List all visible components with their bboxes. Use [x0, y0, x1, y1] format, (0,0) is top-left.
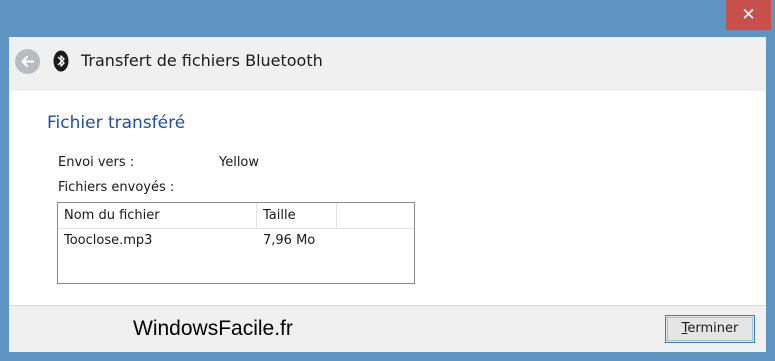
table-row-size: 7,96 Mo	[263, 233, 316, 248]
back-arrow-icon	[21, 55, 35, 68]
dialog-window: ✕ Transfert de fichiers Bluetooth Fichie…	[0, 0, 775, 361]
watermark-text: WindowsFacile.fr	[133, 317, 293, 340]
send-to-label: Envoi vers :	[58, 155, 135, 170]
column-header-empty[interactable]	[337, 203, 414, 229]
close-button[interactable]: ✕	[726, 0, 771, 30]
files-sent-label: Fichiers envoyés :	[58, 180, 175, 195]
back-button[interactable]	[15, 49, 40, 74]
table-row-filename[interactable]: Tooclose.mp3	[64, 233, 152, 248]
bluetooth-icon	[53, 50, 69, 72]
send-to-value: Yellow	[219, 155, 260, 170]
dialog-header: Transfert de fichiers Bluetooth	[9, 37, 766, 91]
column-header-size[interactable]: Taille	[257, 203, 337, 229]
section-title: Fichier transféré	[47, 113, 186, 133]
files-table: Nom du fichier Taille Tooclose.mp3 7,96 …	[57, 202, 415, 284]
dialog-footer: WindowsFacile.fr Terminer	[9, 305, 766, 352]
dialog-title: Transfert de fichiers Bluetooth	[81, 51, 323, 70]
column-header-filename[interactable]: Nom du fichier	[58, 203, 257, 229]
finish-label: erminer	[687, 321, 739, 336]
content-panel: Fichier transféré Envoi vers : Yellow Fi…	[9, 91, 766, 305]
finish-button[interactable]: Terminer	[665, 315, 755, 343]
close-icon: ✕	[741, 5, 756, 25]
